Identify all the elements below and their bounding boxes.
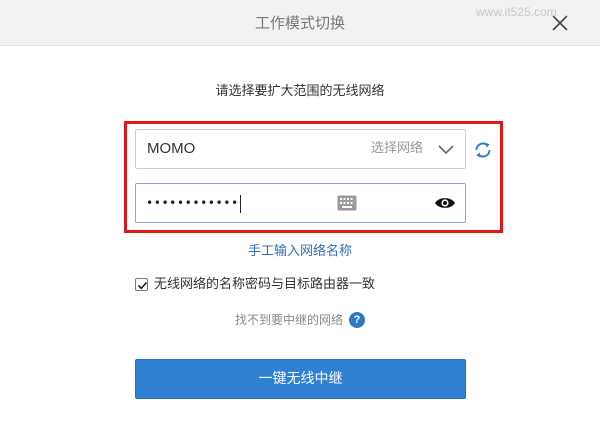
refresh-button[interactable] — [472, 139, 494, 161]
sync-option-label: 无线网络的名称密码与目标路由器一致 — [154, 277, 376, 292]
manual-input-link[interactable]: 手工输入网络名称 — [0, 240, 600, 259]
password-masked-value: •••••••••••• — [146, 196, 239, 210]
help-text: 找不到要中继的网络 — [234, 313, 343, 327]
refresh-icon — [475, 142, 491, 158]
one-click-repeat-button[interactable]: 一键无线中继 — [135, 359, 466, 399]
password-input[interactable]: •••••••••••• — [146, 184, 241, 222]
network-select[interactable]: MOMO 选择网络 — [135, 129, 466, 169]
eye-icon[interactable] — [434, 196, 456, 210]
instruction-text: 请选择要扩大范围的无线网络 — [215, 84, 385, 99]
close-button[interactable] — [548, 11, 572, 35]
select-network-label[interactable]: 选择网络 — [371, 130, 423, 168]
help-icon[interactable]: ? — [349, 311, 365, 328]
password-field[interactable]: •••••••••••• — [135, 183, 466, 223]
ssid-value: MOMO — [147, 140, 196, 157]
chevron-down-icon[interactable] — [437, 142, 455, 156]
close-icon — [552, 15, 568, 31]
text-caret — [239, 194, 241, 213]
dialog-header: 工作模式切换 www.it525.com — [0, 0, 600, 46]
sync-checkbox[interactable] — [135, 278, 148, 291]
keyboard-icon[interactable] — [337, 195, 357, 211]
watermark: www.it525.com — [476, 5, 557, 19]
checkmark-icon — [137, 281, 148, 290]
help-row: 找不到要中继的网络? — [0, 309, 600, 329]
